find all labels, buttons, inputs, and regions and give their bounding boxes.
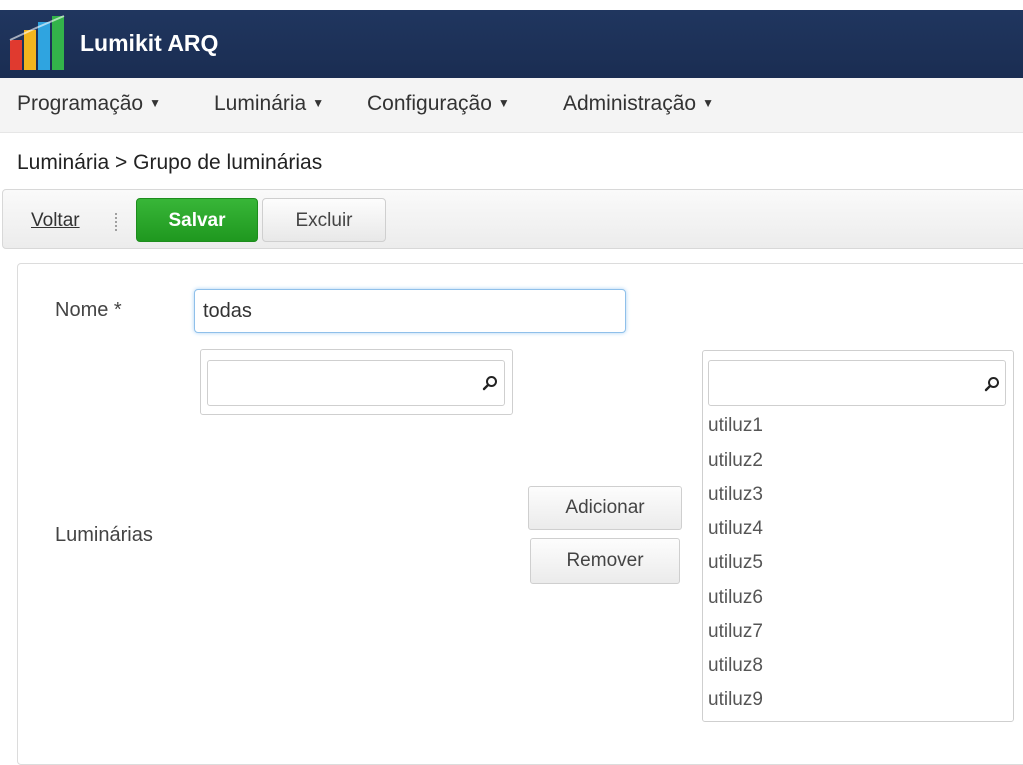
chevron-down-icon: ▼ (497, 96, 510, 110)
search-icon (482, 376, 497, 391)
building-logo-icon (9, 15, 65, 70)
header-bar: Lumikit ARQ (0, 10, 1023, 78)
add-button[interactable]: Adicionar (528, 486, 682, 530)
list-item[interactable]: utiluz5 (708, 552, 763, 574)
list-item[interactable]: utiluz7 (708, 621, 763, 643)
breadcrumb: Luminária > Grupo de luminárias (17, 151, 323, 174)
menu-configuracao[interactable]: Configuração ▼ (367, 92, 510, 116)
save-button[interactable]: Salvar (136, 198, 258, 242)
chevron-down-icon: ▼ (312, 96, 325, 110)
list-item[interactable]: utiluz1 (708, 415, 763, 437)
menu-programacao[interactable]: Programação ▼ (17, 92, 161, 116)
chevron-down-icon: ▼ (149, 96, 161, 110)
name-input[interactable] (194, 289, 626, 333)
list-item[interactable]: utiluz4 (708, 518, 763, 540)
list-item[interactable]: utiluz2 (708, 450, 763, 472)
search-icon (984, 377, 999, 392)
app-header: Lumikit ARQ (0, 0, 1023, 78)
menu-label: Luminária (214, 92, 307, 115)
main-menu: Programação ▼ Luminária ▼ Configuração ▼ Ad… (0, 78, 1023, 133)
menu-label: Programação (17, 92, 144, 115)
list-item[interactable]: utiluz9 (708, 689, 763, 711)
delete-button[interactable]: Excluir (262, 198, 386, 242)
app-title: Lumikit ARQ (80, 30, 219, 56)
back-link[interactable]: Voltar (31, 210, 80, 232)
menu-label: Administração (563, 92, 697, 115)
remove-button[interactable]: Remover (530, 538, 680, 584)
menu-label: Configuração (367, 92, 492, 115)
available-filter-input[interactable] (207, 360, 505, 406)
chevron-down-icon: ▼ (702, 96, 714, 110)
selected-filter-input[interactable] (708, 360, 1006, 406)
toolbar-separator (114, 212, 118, 232)
list-item[interactable]: utiluz3 (708, 484, 763, 506)
luminarias-label: Luminárias (55, 524, 153, 546)
menu-administracao[interactable]: Administração ▼ (563, 92, 714, 116)
menu-luminaria[interactable]: Luminária ▼ (214, 92, 324, 116)
list-item[interactable]: utiluz6 (708, 587, 763, 609)
list-item[interactable]: utiluz8 (708, 655, 763, 677)
name-label: Nome * (55, 299, 122, 321)
